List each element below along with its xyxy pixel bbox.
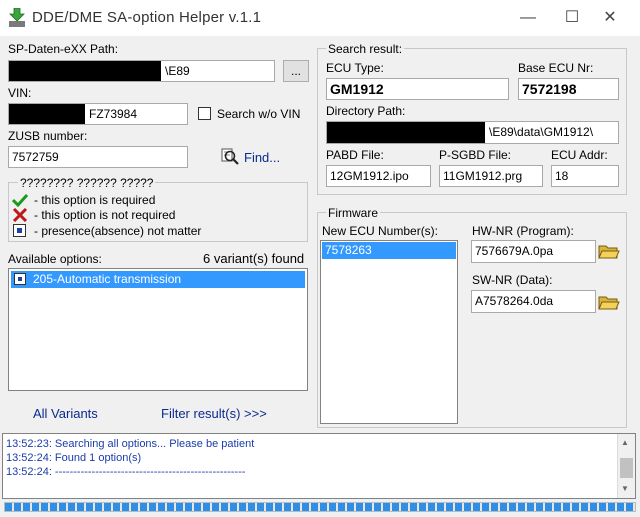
progress-fill (5, 503, 635, 511)
list-item[interactable]: 205-Automatic transmission (11, 271, 305, 288)
vin-label: VIN: (8, 86, 32, 100)
ecu-addr-label: ECU Addr: (551, 148, 608, 162)
sp-path-label: SP-Daten-eXX Path: (8, 42, 119, 56)
redacted-block (9, 104, 85, 124)
scroll-down-icon[interactable]: ▼ (621, 484, 629, 493)
legend-title: ???????? ?????? ????? (18, 176, 156, 190)
neutral-box-icon (14, 273, 26, 285)
log-scrollbar[interactable]: ▲ ▼ (617, 434, 635, 498)
scroll-up-icon[interactable]: ▲ (621, 438, 629, 447)
vin-field[interactable]: FZ73984 (8, 103, 188, 125)
close-button[interactable]: ✕ (590, 5, 630, 31)
pabd-field[interactable]: 12GM1912.ipo (326, 165, 431, 187)
open-folder-icon[interactable] (598, 292, 620, 312)
search-wo-vin-label: Search w/o VIN (217, 107, 301, 121)
base-ecu-field[interactable]: 7572198 (518, 78, 619, 100)
list-item[interactable]: 7578263 (322, 242, 456, 259)
available-options-list[interactable]: 205-Automatic transmission (8, 268, 308, 391)
browse-button[interactable]: ... (283, 60, 309, 82)
sw-nr-field[interactable]: A7578264.0da (471, 290, 596, 313)
vin-value: FZ73984 (89, 107, 138, 121)
sw-nr-label: SW-NR (Data): (472, 273, 553, 287)
scrollbar-thumb[interactable] (620, 458, 633, 478)
variants-found-count: 6 variant(s) found (203, 251, 305, 266)
progress-bar (4, 502, 636, 512)
log-line: 13:52:23: Searching all options... Pleas… (6, 438, 255, 450)
all-variants-link[interactable]: All Variants (33, 406, 98, 421)
hw-nr-label: HW-NR (Program): (472, 224, 574, 238)
search-result-title: Search result: (326, 42, 405, 56)
new-ecu-label: New ECU Number(s): (322, 224, 439, 238)
available-options-label: Available options: (8, 252, 102, 266)
title-bar[interactable]: DDE/DME SA-option Helper v.1.1 — ☐ ✕ (0, 0, 640, 36)
log-panel[interactable]: 13:52:23: Searching all options... Pleas… (2, 433, 636, 499)
base-ecu-label: Base ECU Nr: (518, 61, 594, 75)
redacted-block (327, 122, 485, 143)
sp-path-value: \E89 (165, 64, 190, 78)
open-folder-icon[interactable] (598, 241, 620, 261)
find-link[interactable]: Find... (244, 150, 280, 165)
log-line: 13:52:24: Found 1 option(s) (6, 452, 142, 464)
search-wo-vin-checkbox[interactable] (198, 107, 211, 120)
log-line: 13:52:24: ------------------------------… (6, 466, 246, 478)
option-label: 205-Automatic transmission (33, 272, 182, 286)
neutral-box-icon (13, 224, 26, 237)
filter-results-link[interactable]: Filter result(s) >>> (161, 406, 267, 421)
sp-path-field[interactable]: \E89 (8, 60, 275, 82)
ecu-type-field[interactable]: GM1912 (326, 78, 509, 100)
legend-required: - this option is required (34, 193, 156, 207)
directory-field[interactable]: \E89\data\GM1912\ (326, 121, 619, 144)
zusb-value: 7572759 (12, 150, 59, 164)
ecu-addr-field[interactable]: 18 (551, 165, 619, 187)
minimize-button[interactable]: — (508, 5, 548, 31)
green-check-icon (11, 193, 29, 208)
red-x-icon (12, 207, 28, 223)
directory-label: Directory Path: (326, 104, 406, 118)
new-ecu-list[interactable]: 7578263 (320, 240, 458, 424)
window-title: DDE/DME SA-option Helper v.1.1 (32, 9, 262, 26)
maximize-button[interactable]: ☐ (552, 5, 592, 31)
ecu-type-label: ECU Type: (326, 61, 384, 75)
psgbd-label: P-SGBD File: (439, 148, 512, 162)
zusb-field[interactable]: 7572759 (8, 146, 188, 168)
firmware-title: Firmware (326, 206, 380, 220)
legend-not-matter: - presence(absence) not matter (34, 224, 202, 238)
zusb-label: ZUSB number: (8, 129, 88, 143)
psgbd-field[interactable]: 11GM1912.prg (439, 165, 543, 187)
directory-value: \E89\data\GM1912\ (489, 125, 594, 139)
pabd-label: PABD File: (326, 148, 384, 162)
app-download-icon (8, 7, 26, 28)
redacted-block (9, 61, 161, 81)
hw-nr-field[interactable]: 7576679A.0pa (471, 240, 596, 263)
find-magnifier-icon[interactable] (220, 146, 240, 166)
legend-not-required: - this option is not required (34, 208, 176, 222)
